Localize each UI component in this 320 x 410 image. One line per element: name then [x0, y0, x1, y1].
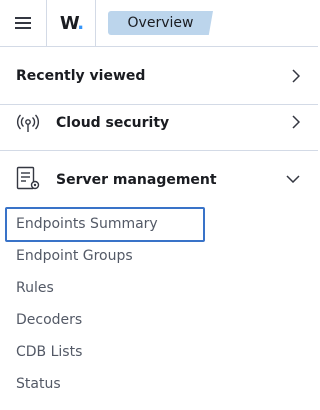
menu-button[interactable] — [0, 0, 47, 46]
server-management-header[interactable]: Server management — [0, 151, 318, 205]
nav-link-rules[interactable]: Rules — [16, 280, 54, 296]
cloud-security-title: Cloud security — [56, 115, 170, 131]
nav-link-status[interactable]: Status — [16, 376, 61, 392]
hamburger-menu-icon — [15, 17, 31, 29]
logo-text: W. — [59, 12, 84, 34]
nav-link-cdb-lists[interactable]: CDB Lists — [16, 344, 82, 360]
breadcrumb-overview[interactable]: Overview — [108, 11, 213, 35]
wazuh-logo[interactable]: W. — [48, 0, 96, 46]
server-management-section: Server management Endpoints Summary Endp… — [0, 151, 318, 410]
nav-link-endpoints-summary[interactable]: Endpoints Summary — [16, 216, 158, 232]
cloud-security-section[interactable]: Cloud security — [0, 105, 318, 151]
server-management-icon — [16, 166, 40, 190]
recently-viewed-section[interactable]: Recently viewed — [0, 48, 318, 105]
chevron-down-icon — [286, 175, 300, 183]
chevron-right-icon — [292, 69, 300, 83]
cloud-security-icon — [16, 114, 40, 132]
nav-link-decoders[interactable]: Decoders — [16, 312, 82, 328]
recently-viewed-title: Recently viewed — [16, 68, 146, 84]
server-management-title: Server management — [56, 172, 217, 188]
chevron-right-icon — [292, 115, 300, 129]
top-header-bar: W. Overview — [0, 0, 318, 47]
nav-link-endpoint-groups[interactable]: Endpoint Groups — [16, 248, 133, 264]
